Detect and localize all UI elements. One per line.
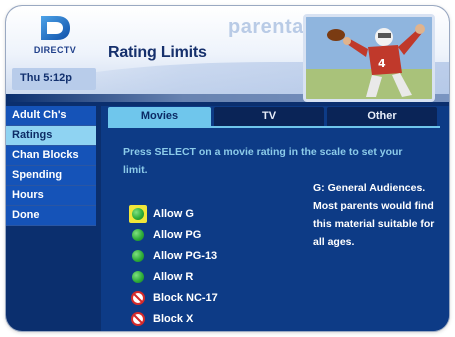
sidebar-item-chan-blocks[interactable]: Chan Blocks <box>6 146 96 166</box>
tab-tv[interactable]: TV <box>214 107 324 127</box>
tab-underline <box>108 126 440 128</box>
rating-description: G: General Audiences. Most parents would… <box>313 182 435 248</box>
football-player-photo: 4 <box>303 14 435 102</box>
rating-option-allow-g[interactable]: Allow G <box>129 203 218 224</box>
rating-label: Allow G <box>153 207 194 220</box>
ratings-panel: Movies TV Other Press SELECT on a movie … <box>101 106 449 331</box>
tab-other[interactable]: Other <box>327 107 437 127</box>
sidebar-item-ratings[interactable]: Ratings <box>6 126 96 146</box>
rating-label: Allow R <box>153 270 194 283</box>
football-player-image: 4 <box>306 17 432 99</box>
allow-dot-icon <box>129 247 147 265</box>
sidebar-item-hours[interactable]: Hours <box>6 186 96 206</box>
clock: Thu 5:12p <box>12 68 96 90</box>
rating-tabs: Movies TV Other <box>108 107 440 127</box>
allow-dot-icon <box>129 204 147 223</box>
rating-option-allow-pg-13[interactable]: Allow PG-13 <box>129 245 218 266</box>
directv-logo: DIRECTV <box>16 14 94 64</box>
svg-text:4: 4 <box>378 57 386 70</box>
sidebar-item-adult-channels[interactable]: Adult Ch's <box>6 106 96 126</box>
rating-label: Allow PG-13 <box>153 249 218 262</box>
sidebar-item-spending[interactable]: Spending <box>6 166 96 186</box>
page-title: Rating Limits <box>108 44 207 61</box>
section-watermark: parental <box>228 16 310 38</box>
rating-scale: Allow G Allow PG Allow PG-13 Allow R Blo… <box>129 203 218 329</box>
rating-option-block-nc-17[interactable]: Block NC-17 <box>129 287 218 308</box>
rating-label: Block X <box>153 312 194 325</box>
sidebar-item-done[interactable]: Done <box>6 206 96 226</box>
tab-movies[interactable]: Movies <box>108 107 211 127</box>
instructions-text: Press SELECT on a movie rating in the sc… <box>123 146 403 176</box>
rating-option-allow-pg[interactable]: Allow PG <box>129 224 218 245</box>
rating-label: Block NC-17 <box>153 291 218 304</box>
brand-name: DIRECTV <box>33 45 77 55</box>
rating-label: Allow PG <box>153 228 202 241</box>
tv-screen: DIRECTV Thu 5:12p Rating Limits parental… <box>6 6 449 331</box>
sidebar-menu: Adult Ch's Ratings Chan Blocks Spending … <box>6 106 96 226</box>
block-icon <box>129 289 147 307</box>
directv-logo-icon <box>41 16 70 40</box>
allow-dot-icon <box>129 268 147 286</box>
rating-option-allow-r[interactable]: Allow R <box>129 266 218 287</box>
allow-dot-icon <box>129 226 147 244</box>
rating-option-block-x[interactable]: Block X <box>129 308 218 329</box>
header: DIRECTV Thu 5:12p Rating Limits parental… <box>6 6 449 102</box>
block-icon <box>129 310 147 328</box>
